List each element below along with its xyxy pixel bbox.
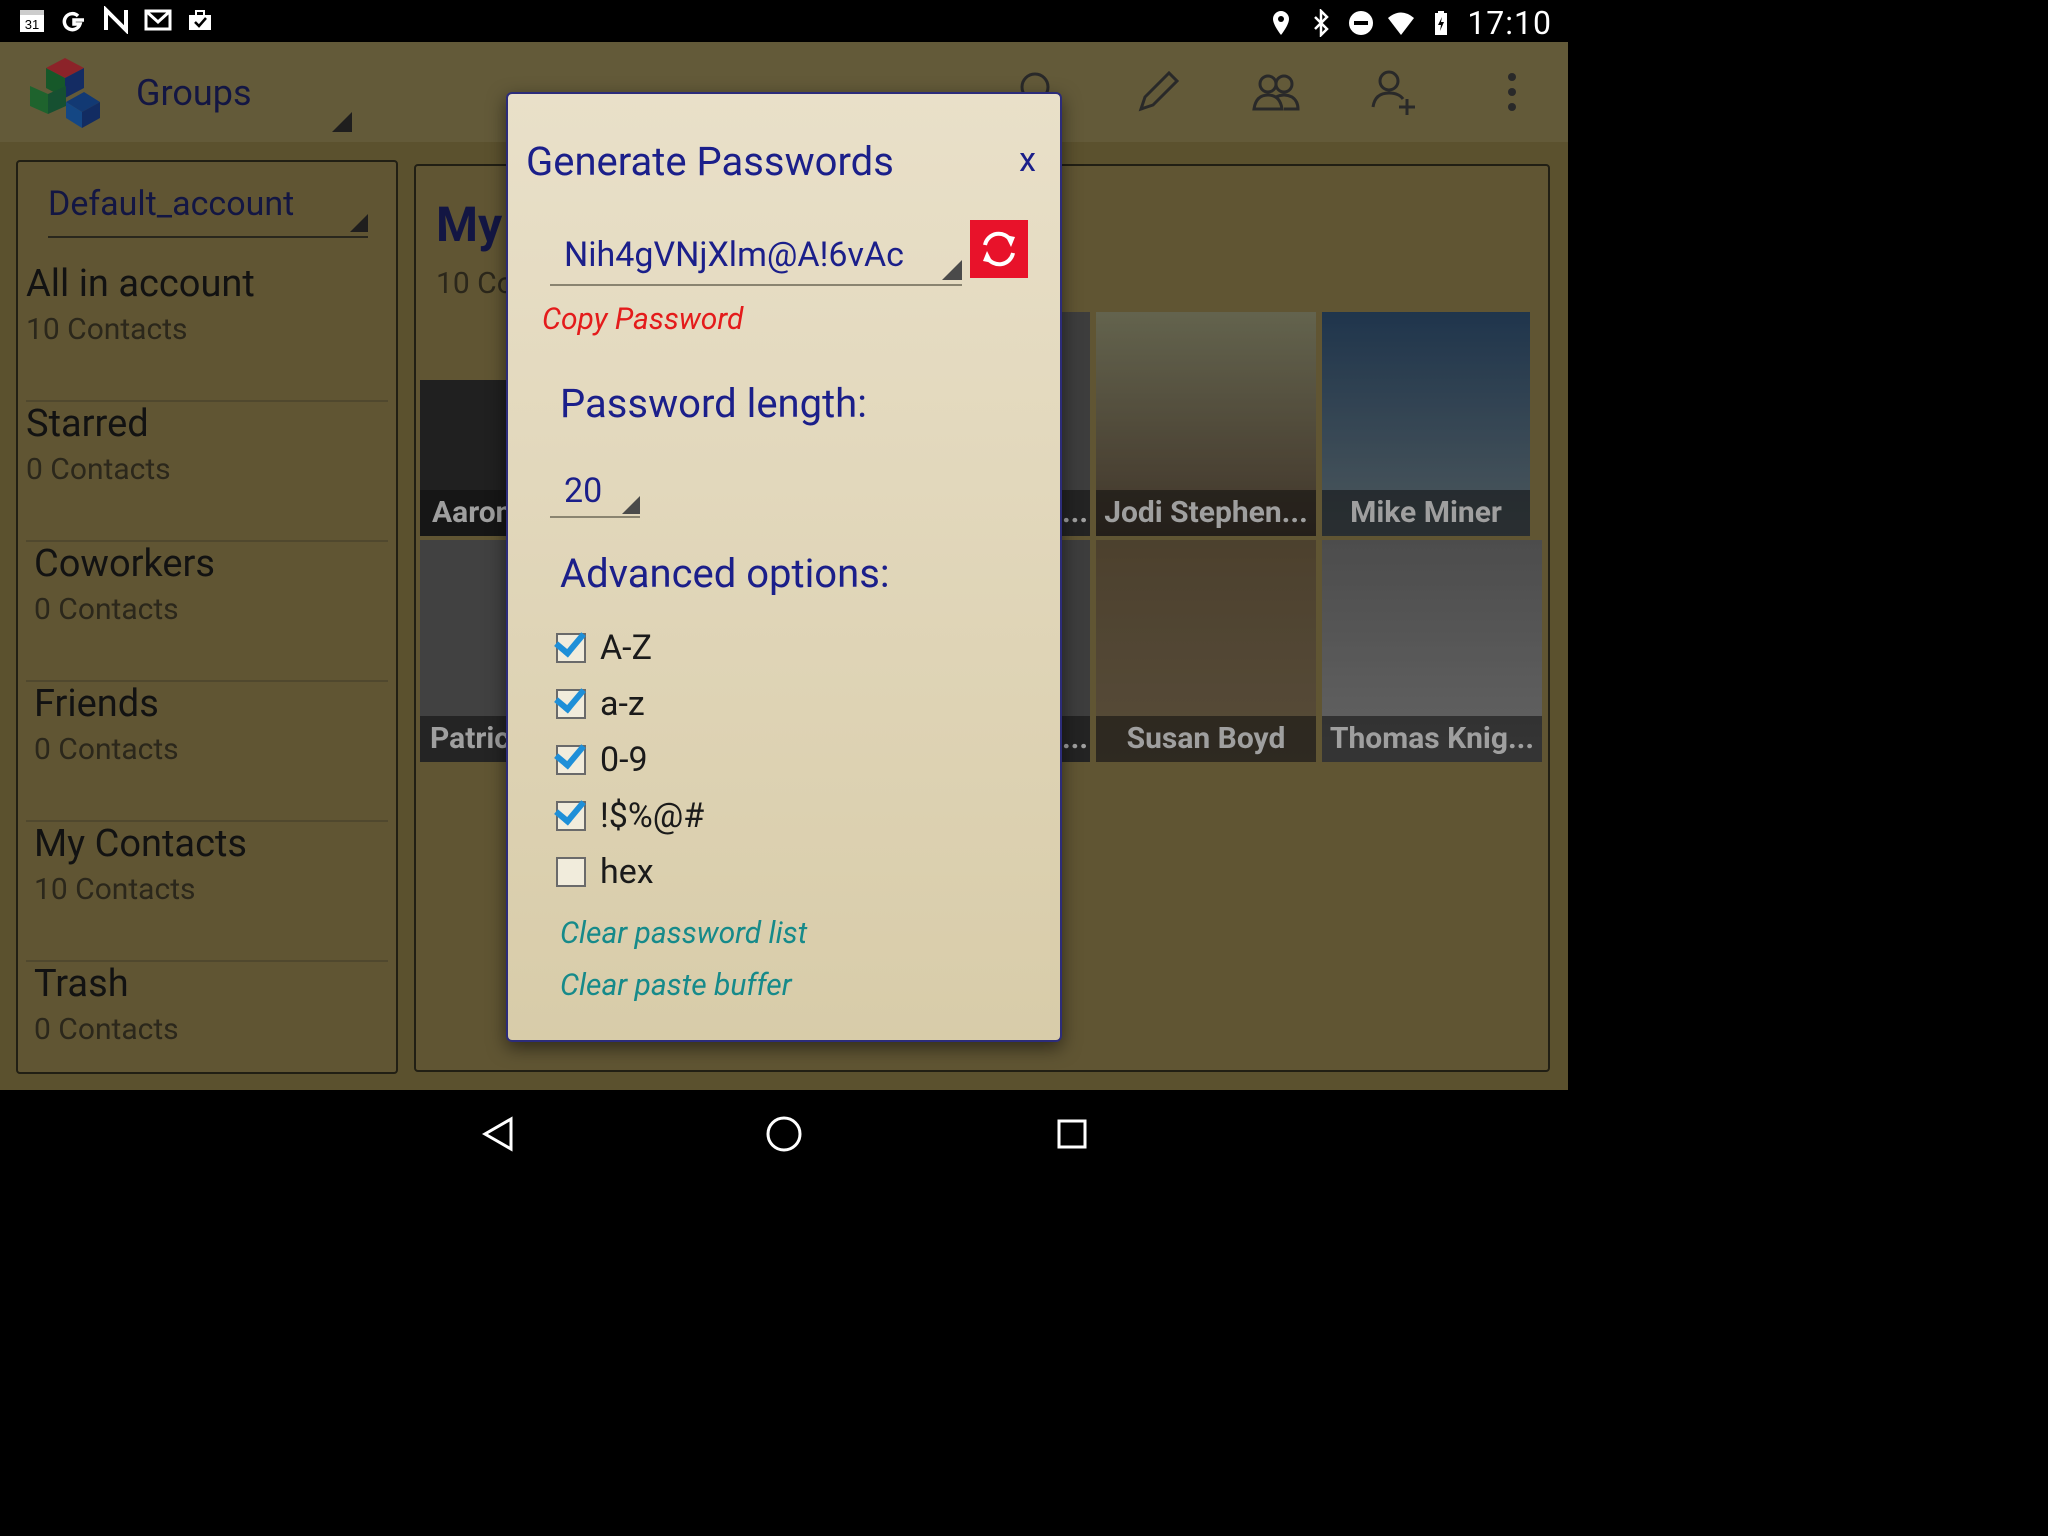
gmail-icon: [144, 6, 172, 34]
option-symbols[interactable]: !$%@#: [556, 796, 704, 836]
home-icon[interactable]: [764, 1114, 804, 1154]
password-length-label: Password length:: [560, 380, 867, 427]
option-label: a-z: [600, 684, 645, 724]
checkbox-lowercase[interactable]: [556, 689, 586, 719]
option-label: !$%@#: [600, 796, 705, 836]
password-length-value: 20: [564, 471, 603, 511]
option-label: 0-9: [600, 740, 648, 780]
refresh-icon: [983, 231, 1015, 267]
bluetooth-icon: [1307, 9, 1335, 37]
navigation-bar: [0, 1090, 1568, 1176]
regenerate-button[interactable]: [970, 220, 1028, 278]
checkbox-digits[interactable]: [556, 745, 586, 775]
calendar-day: 31: [25, 17, 39, 32]
chevron-down-icon: [622, 496, 640, 514]
location-icon: [1267, 9, 1295, 37]
recents-icon[interactable]: [1052, 1114, 1092, 1154]
clear-paste-buffer-link[interactable]: Clear paste buffer: [560, 968, 792, 1003]
advanced-options-label: Advanced options:: [560, 550, 890, 597]
option-label: A-Z: [600, 628, 652, 668]
option-hex[interactable]: hex: [556, 852, 654, 892]
chevron-down-icon: [942, 260, 962, 280]
option-label: hex: [600, 852, 654, 892]
battery-icon: [1427, 9, 1455, 37]
back-icon[interactable]: [478, 1114, 518, 1154]
close-button[interactable]: x: [1019, 140, 1036, 180]
nfc-icon: [102, 6, 130, 34]
checkbox-hex[interactable]: [556, 857, 586, 887]
calendar-icon: 31: [18, 6, 46, 34]
option-lowercase[interactable]: a-z: [556, 684, 645, 724]
password-length-select[interactable]: 20: [550, 464, 640, 518]
password-select[interactable]: Nih4gVNjXlm@A!6vAc: [550, 224, 962, 286]
dialog-title: Generate Passwords: [526, 138, 894, 185]
checkbox-uppercase[interactable]: [556, 633, 586, 663]
password-value: Nih4gVNjXlm@A!6vAc: [564, 235, 904, 275]
wifi-icon: [1387, 9, 1415, 37]
option-digits[interactable]: 0-9: [556, 740, 648, 780]
checkbox-symbols[interactable]: [556, 801, 586, 831]
briefcase-icon: [186, 6, 214, 34]
google-icon: [60, 6, 88, 34]
app-window: Groups Default_account All in account 10…: [0, 42, 1568, 1102]
dnd-icon: [1347, 9, 1375, 37]
option-uppercase[interactable]: A-Z: [556, 628, 652, 668]
clock: 17:10: [1467, 4, 1552, 42]
status-bar: 31 17:10: [0, 0, 1568, 42]
copy-password-link[interactable]: Copy Password: [542, 302, 743, 337]
clear-password-list-link[interactable]: Clear password list: [560, 916, 807, 951]
generate-passwords-dialog: Generate Passwords x Nih4gVNjXlm@A!6vAc …: [506, 92, 1062, 1042]
